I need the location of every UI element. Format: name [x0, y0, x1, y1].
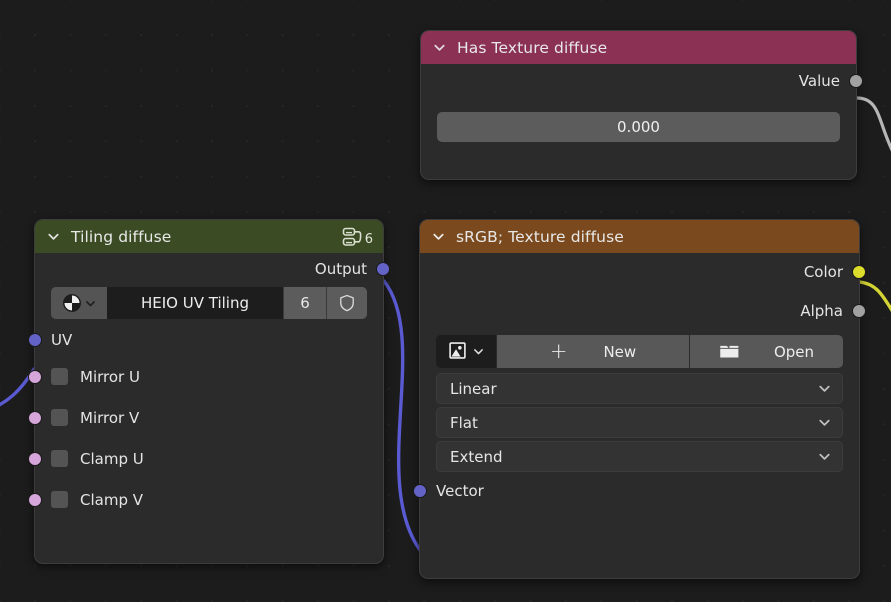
input-socket-vector[interactable] — [413, 484, 427, 498]
input-row-vector: Vector — [413, 475, 859, 507]
new-image-label: New — [603, 342, 637, 361]
input-socket-uv[interactable] — [28, 333, 42, 347]
node-title: Has Texture diffuse — [457, 38, 608, 57]
projection-dropdown[interactable]: Flat — [436, 407, 843, 438]
shield-icon — [340, 294, 354, 312]
chevron-down-icon[interactable] — [431, 229, 446, 244]
node-body: Output HEIO UV Tiling 6 UV Mirror U Mirr… — [28, 253, 390, 530]
output-socket-color[interactable] — [852, 265, 866, 279]
image-browse-button[interactable] — [436, 335, 496, 368]
input-row-mirror-u: Mirror U — [28, 356, 383, 397]
chevron-down-icon[interactable] — [84, 297, 97, 310]
node-header[interactable]: Tiling diffuse 6 — [35, 220, 383, 253]
chevron-down-icon[interactable] — [432, 40, 447, 55]
node-group-name-field[interactable]: HEIO UV Tiling — [107, 287, 283, 319]
node-tiling-diffuse[interactable]: Tiling diffuse 6 Output HEIO UV Tiling 6… — [28, 219, 390, 564]
output-row-value: Value — [421, 64, 863, 98]
input-label: Mirror U — [80, 367, 140, 386]
interpolation-value: Linear — [450, 379, 497, 398]
chevron-down-icon — [819, 385, 830, 392]
plus-icon: + — [549, 339, 568, 363]
folder-icon — [720, 345, 739, 358]
output-socket-alpha[interactable] — [852, 304, 866, 318]
node-body: Value 0.000 — [421, 64, 863, 152]
clamp-u-checkbox[interactable] — [51, 450, 68, 467]
mirror-u-checkbox[interactable] — [51, 368, 68, 385]
node-group-selector[interactable]: HEIO UV Tiling 6 — [51, 287, 367, 319]
open-image-label: Open — [773, 342, 815, 361]
node-group-users-count: 6 — [364, 231, 373, 247]
output-socket-value[interactable] — [849, 74, 863, 88]
node-group-users-value: 6 — [300, 294, 310, 312]
value-field[interactable]: 0.000 — [437, 112, 840, 142]
input-label: Mirror V — [80, 408, 140, 427]
input-label: Clamp V — [80, 490, 143, 509]
image-datablock-icon — [448, 342, 466, 359]
output-socket-output[interactable] — [376, 262, 390, 276]
node-title: sRGB; Texture diffuse — [456, 227, 624, 246]
node-srgb-texture-diffuse[interactable]: sRGB; Texture diffuse Color Alpha + New … — [413, 219, 866, 579]
input-socket-clamp-u[interactable] — [28, 452, 42, 466]
image-datablock-row[interactable]: + New Open — [436, 335, 843, 368]
link-output-to-vector — [382, 279, 422, 552]
input-label: UV — [51, 330, 73, 349]
node-has-texture-diffuse[interactable]: Has Texture diffuse Value 0.000 — [420, 30, 863, 180]
extension-value: Extend — [450, 447, 503, 466]
input-socket-clamp-v[interactable] — [28, 493, 42, 507]
fake-user-toggle[interactable] — [326, 287, 367, 319]
mirror-v-checkbox[interactable] — [51, 409, 68, 426]
input-label: Clamp U — [80, 449, 144, 468]
chevron-down-icon[interactable] — [46, 229, 61, 244]
input-socket-mirror-v[interactable] — [28, 411, 42, 425]
output-row-color: Color — [420, 253, 866, 291]
chevron-down-icon[interactable] — [472, 345, 485, 358]
extension-dropdown[interactable]: Extend — [436, 441, 843, 472]
open-image-button[interactable]: Open — [689, 335, 843, 368]
interpolation-dropdown[interactable]: Linear — [436, 373, 843, 404]
input-label: Vector — [436, 482, 484, 500]
new-image-button[interactable]: + New — [496, 335, 689, 368]
link-value-to-offscreen — [855, 96, 891, 152]
node-group-datablock-icon — [62, 294, 81, 312]
node-group-name: HEIO UV Tiling — [141, 294, 249, 312]
output-label: Alpha — [800, 302, 843, 320]
value-field-text: 0.000 — [617, 118, 660, 136]
node-group-datablock-button[interactable] — [51, 287, 107, 319]
node-group-users-button[interactable]: 6 — [283, 287, 326, 319]
projection-value: Flat — [450, 413, 478, 432]
node-body: Color Alpha + New Open Linear Flat Exten… — [413, 253, 866, 517]
input-row-clamp-v: Clamp V — [28, 479, 383, 520]
chevron-down-icon — [819, 453, 830, 460]
node-group-icon — [342, 227, 362, 246]
input-row-clamp-u: Clamp U — [28, 438, 383, 479]
input-row-uv: UV — [28, 323, 383, 356]
output-label: Output — [314, 260, 367, 278]
output-label: Color — [803, 263, 843, 281]
input-socket-mirror-u[interactable] — [28, 370, 42, 384]
node-header[interactable]: sRGB; Texture diffuse — [420, 220, 859, 253]
chevron-down-icon — [819, 419, 830, 426]
node-title: Tiling diffuse — [71, 227, 172, 246]
output-row-output: Output — [35, 253, 390, 285]
output-label: Value — [798, 72, 840, 90]
node-editor-canvas[interactable]: Has Texture diffuse Value 0.000 Tiling d… — [0, 0, 891, 602]
clamp-v-checkbox[interactable] — [51, 491, 68, 508]
node-header[interactable]: Has Texture diffuse — [421, 31, 856, 64]
output-row-alpha: Alpha — [420, 291, 866, 331]
input-row-mirror-v: Mirror V — [28, 397, 383, 438]
